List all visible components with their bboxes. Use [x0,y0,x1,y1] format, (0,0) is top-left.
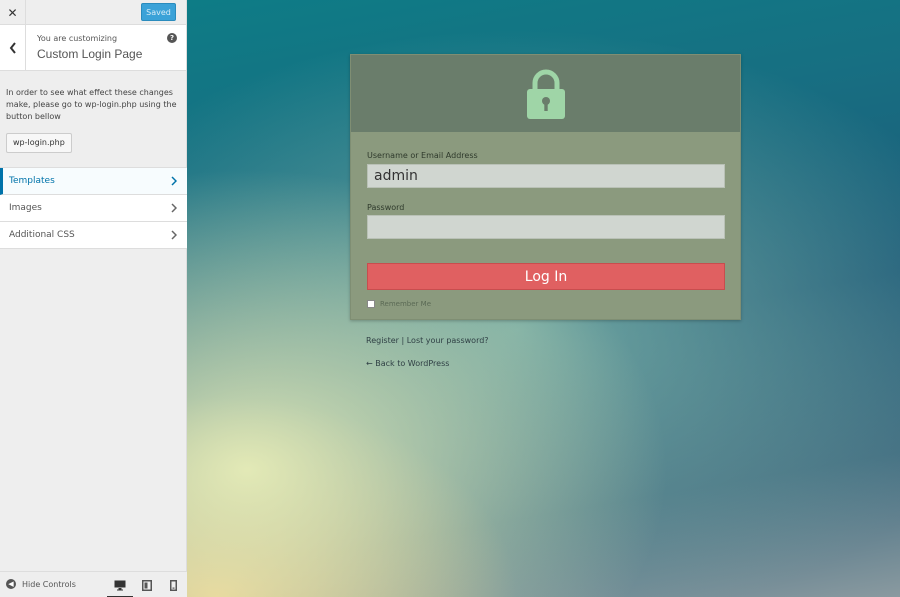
desktop-icon [114,580,126,590]
desktop-preview-button[interactable] [107,578,133,597]
customizer-sidebar: ✕ Saved You are customizing Custom Login… [0,0,187,597]
back-button[interactable] [0,25,26,71]
login-logo [351,55,740,132]
lost-password-link[interactable]: Lost your password? [407,336,489,345]
chevron-left-icon [9,42,16,54]
login-links: Register | Lost your password? [366,336,489,345]
help-icon[interactable]: ? [167,33,177,43]
menu-item-images[interactable]: Images [0,195,187,222]
mobile-preview-button[interactable] [166,578,180,592]
back-to-wordpress-link[interactable]: ← Back to WordPress [366,359,449,368]
chevron-right-icon [171,176,177,186]
notice-text: In order to see what effect these change… [6,88,177,121]
chevron-right-icon [171,203,177,213]
menu-item-additional-css[interactable]: Additional CSS [0,222,187,249]
username-input[interactable]: admin [367,164,725,188]
link-separator: | [401,336,405,345]
wp-login-button[interactable]: wp-login.php [6,133,72,153]
password-input[interactable] [367,215,725,239]
hide-controls-button[interactable]: ◀ Hide Controls [6,579,76,589]
page-title: Custom Login Page [37,47,143,61]
notice-panel: In order to see what effect these change… [0,71,186,167]
lock-icon [526,69,565,119]
username-label: Username or Email Address [367,151,478,160]
login-form: Username or Email Address admin Password… [350,54,741,320]
close-button[interactable]: ✕ [0,0,26,25]
password-label: Password [367,203,405,212]
tablet-icon [142,579,152,591]
chevron-right-icon [171,230,177,240]
menu-item-templates[interactable]: Templates [0,168,187,195]
customizing-label: You are customizing [37,34,118,43]
remember-me: Remember Me [367,300,431,308]
mobile-icon [169,579,177,591]
menu-item-label: Additional CSS [9,230,75,240]
close-icon: ✕ [7,5,18,20]
collapse-icon: ◀ [6,579,16,589]
menu-item-label: Images [9,203,42,213]
register-link[interactable]: Register [366,336,399,345]
menu-item-label: Templates [9,176,55,186]
customizing-header: You are customizing Custom Login Page ? [0,25,186,71]
remember-me-checkbox[interactable] [367,300,375,308]
login-preview: Username or Email Address admin Password… [187,0,900,597]
customizer-topbar: ✕ Saved [0,0,186,25]
tablet-preview-button[interactable] [140,578,154,592]
customizer-footer: ◀ Hide Controls [0,571,187,597]
remember-me-label: Remember Me [380,300,431,308]
saved-button[interactable]: Saved [141,3,176,21]
hide-controls-label: Hide Controls [22,579,76,589]
customizer-menu: Templates Images Additional CSS [0,167,187,249]
login-button[interactable]: Log In [367,263,725,290]
